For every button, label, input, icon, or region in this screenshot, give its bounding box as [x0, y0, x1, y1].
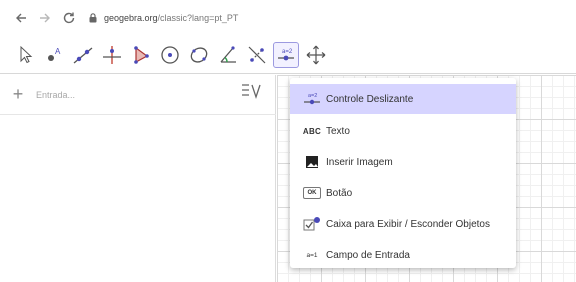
circle-center-point-icon	[161, 46, 179, 64]
reflect-tool[interactable]	[244, 42, 270, 68]
url-path: /classic?lang=pt_PT	[157, 13, 239, 23]
polygon-icon	[134, 46, 149, 64]
angle-tool[interactable]	[215, 42, 241, 68]
text-icon: ABC	[298, 127, 326, 136]
text-icon-label: ABC	[302, 126, 322, 136]
url-host: geogebra.org	[104, 13, 158, 23]
menu-item-checkbox[interactable]: Caixa para Exibir / Esconder Objetos	[290, 209, 516, 239]
move-tool[interactable]	[12, 42, 38, 68]
point-tool[interactable]: A	[41, 42, 67, 68]
svg-text:a=2: a=2	[282, 49, 293, 55]
lock-icon	[88, 12, 98, 24]
plus-icon[interactable]: +	[0, 84, 36, 105]
menu-item-text[interactable]: ABC Texto	[290, 116, 516, 146]
perpendicular-line-tool[interactable]	[99, 42, 125, 68]
image-icon	[298, 155, 326, 169]
url-text: geogebra.org/classic?lang=pt_PT	[104, 13, 238, 23]
slider-icon: a=2	[278, 49, 294, 61]
tool-bar: A a=2	[0, 36, 576, 74]
perpendicular-icon	[103, 46, 121, 64]
algebra-input-row: +	[0, 75, 276, 115]
svg-text:A: A	[55, 47, 61, 56]
line-through-points-icon	[73, 47, 93, 64]
reload-icon[interactable]	[60, 9, 78, 27]
menu-item-button[interactable]: OK Botão	[290, 178, 516, 208]
move-cross-icon	[306, 45, 326, 65]
input-box-icon: a=1	[298, 252, 326, 259]
arrow-left-icon[interactable]	[12, 9, 30, 27]
menu-item-label: Campo de Entrada	[326, 249, 410, 261]
reflect-line-icon	[248, 46, 266, 64]
angle-icon	[220, 46, 236, 63]
move-graphics-view-tool[interactable]	[303, 42, 329, 68]
svg-text:a=2: a=2	[308, 93, 317, 99]
menu-item-image[interactable]: Inserir Imagem	[290, 147, 516, 177]
browser-url-bar: geogebra.org/classic?lang=pt_PT	[0, 0, 576, 36]
slider-tool[interactable]: a=2	[273, 42, 299, 68]
menu-item-slider[interactable]: a=2 Controle Deslizante	[290, 84, 516, 114]
conic-tool[interactable]	[186, 42, 212, 68]
arrow-pointer-icon	[20, 45, 33, 64]
algebra-view: +	[0, 75, 276, 282]
input-bar[interactable]	[36, 89, 216, 100]
slider-icon: a=2	[298, 91, 326, 107]
address-field[interactable]: geogebra.org/classic?lang=pt_PT	[88, 12, 238, 24]
menu-item-input-box[interactable]: a=1 Campo de Entrada	[290, 240, 516, 268]
menu-item-label: Texto	[326, 125, 350, 137]
line-tool[interactable]	[70, 42, 96, 68]
ellipse-icon	[190, 47, 208, 63]
algebra-menu-icon[interactable]	[241, 82, 263, 105]
button-icon: OK	[298, 187, 326, 199]
polygon-tool[interactable]	[128, 42, 154, 68]
menu-item-label: Inserir Imagem	[326, 156, 393, 168]
menu-item-label: Caixa para Exibir / Esconder Objetos	[326, 218, 490, 230]
arrow-right-icon[interactable]	[36, 9, 54, 27]
menu-item-label: Controle Deslizante	[326, 93, 414, 105]
circle-tool[interactable]	[157, 42, 183, 68]
button-icon-label: OK	[303, 187, 321, 199]
point-icon: A	[48, 47, 61, 61]
menu-item-label: Botão	[326, 187, 353, 199]
checkbox-icon	[298, 216, 326, 232]
input-box-icon-label: a=1	[306, 251, 318, 259]
tool-submenu: a=2 Controle Deslizante ABC Texto Inseri…	[290, 78, 516, 268]
